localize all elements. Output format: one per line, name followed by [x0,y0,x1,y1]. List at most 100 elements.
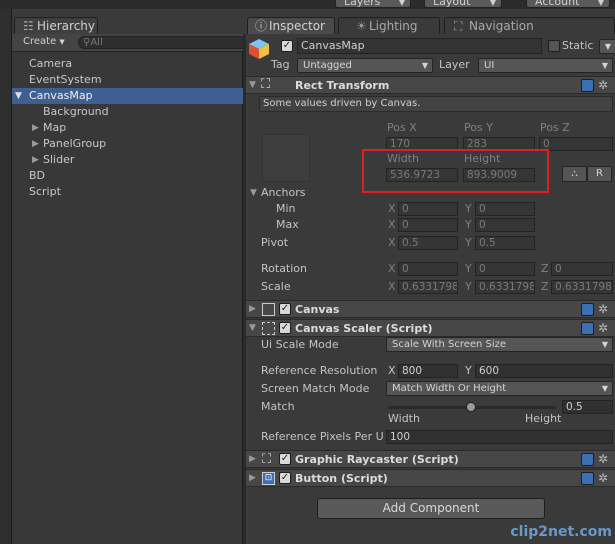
layer-dropdown[interactable]: UI ▼ [478,58,613,73]
gear-icon[interactable]: ✲ [598,322,608,335]
tab-navigation-label: Navigation [469,19,534,33]
min-y-field[interactable]: 0 [475,202,535,216]
hierarchy-item-eventsystem[interactable]: EventSystem [12,72,243,88]
match-value-field[interactable]: 0.5 [562,400,613,414]
button-enabled-checkbox[interactable]: ✓ [279,472,291,484]
canvas-enabled-checkbox[interactable]: ✓ [279,303,291,315]
collapsed-triangle-icon[interactable]: ▶ [249,454,256,464]
rect-transform-header[interactable]: ▼ ⛶ Rect Transform ✲ [246,76,615,94]
collapsed-triangle-icon[interactable]: ▶ [249,304,256,314]
graphic-raycaster-enabled-checkbox[interactable]: ✓ [279,453,291,465]
gear-icon[interactable]: ✲ [598,453,608,466]
driven-notice-text: Some values driven by Canvas. [263,98,421,109]
gear-icon[interactable]: ✲ [598,303,608,316]
tab-lighting[interactable]: ☀ Lighting [338,17,440,35]
screen-match-mode-label: Screen Match Mode [261,382,370,395]
canvas-header[interactable]: ▶ ✓ Canvas ✲ [246,300,615,318]
canvas-scaler-enabled-checkbox[interactable]: ✓ [279,322,291,334]
account-label: Account [535,0,580,8]
help-icon[interactable] [581,472,594,485]
expand-triangle-icon[interactable]: ▼ [250,188,257,198]
add-component-button[interactable]: Add Component [317,498,545,519]
hierarchy-item-canvasmap[interactable]: ▼ CanvasMap [12,88,243,104]
layers-dropdown[interactable]: Layers ▼ [335,0,411,8]
rot-y-field[interactable]: 0 [475,262,535,276]
list-item-label: Camera [29,57,73,70]
collapsed-triangle-icon[interactable]: ▶ [32,121,39,135]
help-icon[interactable] [581,79,594,92]
scale-y-axis-label: Y [465,280,472,293]
scale-y-field[interactable]: 0.6331798 [475,280,535,294]
hierarchy-item-panelgroup[interactable]: ▶ PanelGroup [12,136,243,152]
account-dropdown[interactable]: Account ▼ [526,0,610,8]
rot-z-field[interactable]: 0 [551,262,613,276]
active-checkbox[interactable]: ✓ [281,40,293,52]
help-icon[interactable] [581,303,594,316]
match-height-label: Height [525,412,562,425]
gear-icon[interactable]: ✲ [598,79,608,92]
layout-dropdown[interactable]: Layout ▼ [424,0,502,8]
list-item-label: Background [43,105,109,118]
reference-y-field[interactable]: 600 [475,364,613,378]
canvas-scaler-header[interactable]: ▼ ✓ Canvas Scaler (Script) ✲ [246,319,615,337]
hierarchy-item-script[interactable]: Script [12,184,243,200]
static-dropdown[interactable]: ▼ [599,39,615,54]
scale-x-field[interactable]: 0.6331798 [398,280,458,294]
hierarchy-item-camera[interactable]: Camera [12,56,243,72]
hierarchy-item-slider[interactable]: ▶ Slider [12,152,243,168]
hierarchy-item-background[interactable]: Background [12,104,243,120]
ui-scale-mode-label: Ui Scale Mode [261,338,339,351]
match-slider-thumb[interactable] [466,402,476,412]
min-x-field[interactable]: 0 [398,202,458,216]
collapsed-triangle-icon[interactable]: ▶ [32,137,39,151]
gear-icon[interactable]: ✲ [598,472,608,485]
button-script-header[interactable]: ▶ ⊡ ✓ Button (Script) ✲ [246,469,615,487]
pivot-x-field[interactable]: 0.5 [398,236,458,250]
anchor-preset-icon[interactable] [262,134,310,182]
help-icon[interactable] [581,453,594,466]
list-item-label: BD [29,169,46,182]
max-label: Max [276,218,299,231]
tab-inspector[interactable]: ⓘ Inspector [247,17,335,35]
create-button[interactable]: Create ▼ [23,36,65,47]
expand-triangle-icon[interactable]: ▼ [15,89,22,103]
tag-dropdown[interactable]: Untagged ▼ [297,58,433,73]
pivot-y-axis-label: Y [465,236,472,249]
tag-value: Untagged [303,60,352,71]
chevron-down-icon: ▼ [601,384,608,393]
max-x-field[interactable]: 0 [398,218,458,232]
collapsed-triangle-icon[interactable]: ▶ [32,153,39,167]
rot-x-field[interactable]: 0 [398,262,458,276]
collapsed-triangle-icon[interactable]: ▶ [249,473,256,483]
expand-triangle-icon[interactable]: ▼ [249,80,256,90]
screen-match-mode-dropdown[interactable]: Match Width Or Height ▼ [386,381,613,396]
graphic-raycaster-header[interactable]: ▶ ⛶ ✓ Graphic Raycaster (Script) ✲ [246,450,615,468]
scale-z-axis-label: Z [541,280,549,293]
ui-scale-mode-dropdown[interactable]: Scale With Screen Size ▼ [386,337,613,352]
rot-z-axis-label: Z [541,262,549,275]
max-y-field[interactable]: 0 [475,218,535,232]
expand-triangle-icon[interactable]: ▼ [249,323,256,333]
pos-z-field[interactable]: 0 [539,137,613,151]
hierarchy-toolbar: Create ▼ ⚲All [12,34,256,52]
match-width-label: Width [388,412,420,425]
tab-navigation[interactable]: ⛶ Navigation [444,17,615,35]
hierarchy-item-map[interactable]: ▶ Map [12,120,243,136]
search-input[interactable]: ⚲All [78,36,256,49]
reference-x-field[interactable]: 800 [398,364,458,378]
static-checkbox[interactable] [548,40,560,52]
help-icon[interactable] [581,322,594,335]
blueprint-mode-button[interactable]: ⛬ [562,166,587,182]
hierarchy-item-bd[interactable]: BD [12,168,243,184]
tab-hierarchy[interactable]: ☷ Hierarchy [14,17,98,35]
reference-pixels-per-unit-field[interactable]: 100 [386,430,613,444]
watermark-logo: clip2net.com [506,521,612,543]
max-x-axis-label: X [388,218,396,231]
layers-label: Layers [344,0,381,8]
chevron-down-icon: ▼ [604,42,611,51]
pivot-y-field[interactable]: 0.5 [475,236,535,250]
object-name-field[interactable]: CanvasMap [297,38,542,54]
raw-edit-button[interactable]: R [587,166,612,182]
scale-z-field[interactable]: 0.6331798 [551,280,613,294]
tab-inspector-label: Inspector [269,19,325,33]
